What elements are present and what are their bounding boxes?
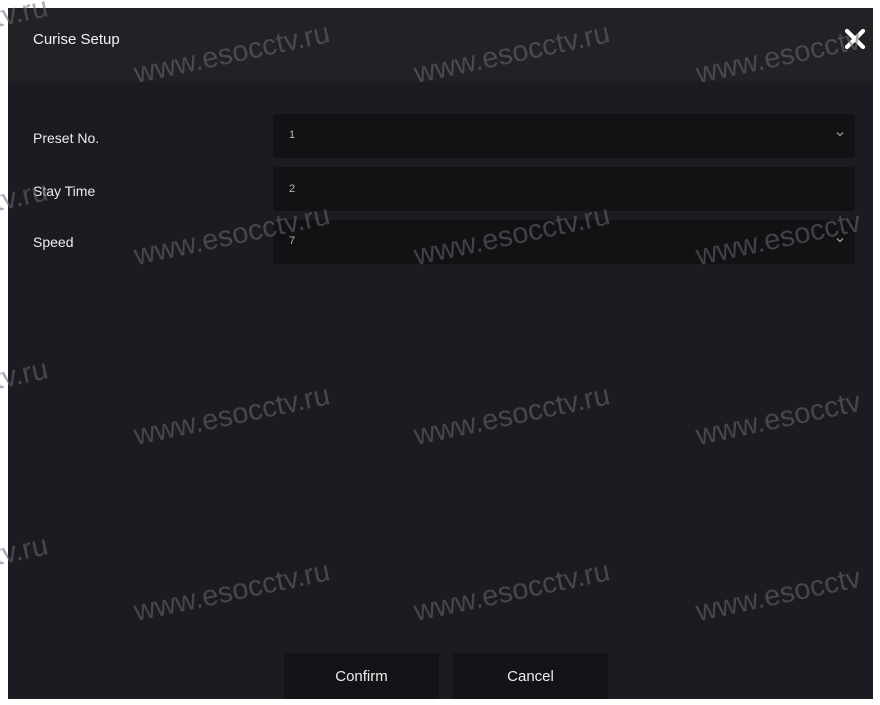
close-icon [844, 28, 866, 50]
close-button[interactable] [842, 26, 868, 52]
chevron-down-icon [836, 132, 844, 137]
cruise-setup-dialog: Curise Setup Preset No. 1 Stay Time Spee… [8, 8, 873, 699]
speed-label: Speed [33, 234, 74, 250]
chevron-down-icon [836, 238, 844, 243]
stay-time-field[interactable] [273, 167, 855, 211]
stay-time-input[interactable] [273, 167, 855, 211]
preset-number-select[interactable]: 1 [273, 114, 855, 158]
stay-time-label: Stay Time [33, 183, 96, 199]
confirm-button[interactable]: Confirm [284, 653, 439, 699]
preset-number-label: Preset No. [33, 130, 100, 146]
preset-number-value: 1 [289, 129, 296, 141]
cancel-button[interactable]: Cancel [453, 653, 608, 699]
dialog-title-bar: Curise Setup [8, 8, 873, 81]
dialog-title: Curise Setup [33, 31, 120, 48]
speed-value: 7 [289, 235, 296, 247]
speed-select[interactable]: 7 [273, 220, 855, 264]
